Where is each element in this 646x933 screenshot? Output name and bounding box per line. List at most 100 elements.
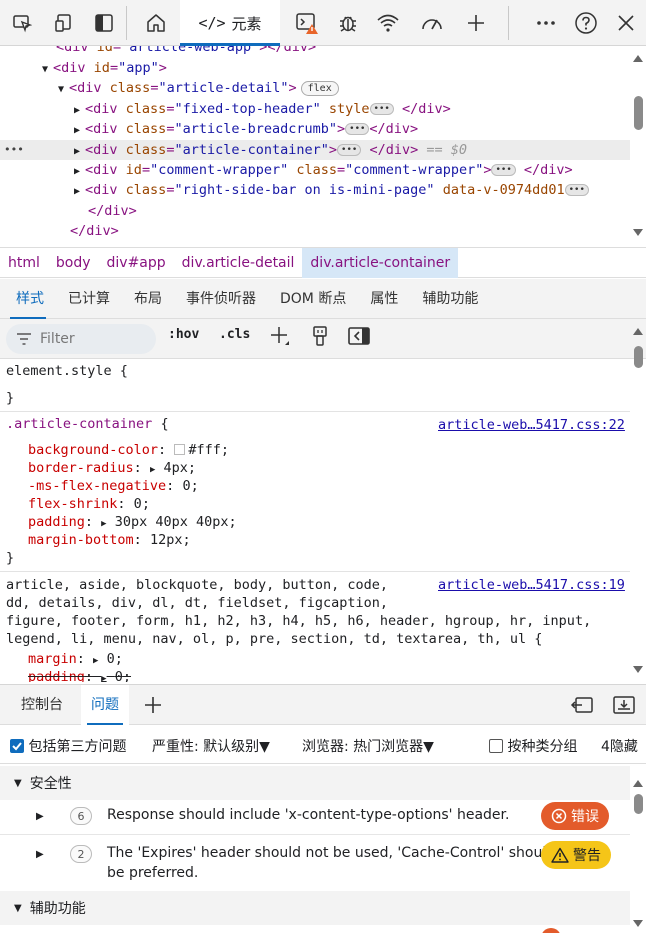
dom-node-comment-wrapper[interactable]: ▶ <div id="comment-wrapper" class="commen… bbox=[0, 160, 630, 180]
dom-token: "app" bbox=[118, 60, 159, 76]
bug-icon[interactable] bbox=[334, 0, 362, 46]
css-declaration[interactable]: margin-bottom: 12px; bbox=[28, 531, 191, 549]
browser-select[interactable]: 浏览器: 热门浏览器▼ bbox=[302, 736, 434, 756]
tab-console[interactable]: 控制台 bbox=[11, 685, 73, 725]
severity-select[interactable]: 严重性: 默认级别▼ bbox=[152, 736, 270, 756]
source-link[interactable]: article-web…5417.css:22 bbox=[438, 416, 625, 434]
css-declaration-overridden[interactable]: padding: ▶ 0; bbox=[28, 668, 131, 682]
warning-badge: 警告 bbox=[541, 841, 611, 869]
expand-triangle-icon[interactable]: ▶ bbox=[36, 811, 44, 822]
badge-label: 错误 bbox=[571, 809, 599, 825]
tab-issues[interactable]: 问题 bbox=[81, 685, 129, 725]
dom-token: div bbox=[283, 46, 309, 55]
dom-node-article-breadcrumb[interactable]: ▶ <div class="article-breadcrumb"> ••• </di… bbox=[0, 119, 630, 139]
dom-token: </div> bbox=[70, 223, 119, 239]
expand-triangle-icon[interactable]: ▶ bbox=[101, 674, 106, 682]
crumb-html[interactable]: html bbox=[0, 248, 48, 278]
filter-placeholder: Filter bbox=[40, 331, 75, 347]
device-emulation-icon[interactable] bbox=[50, 0, 78, 46]
dom-scrollbar[interactable] bbox=[630, 46, 646, 246]
dom-close-tag: </div> bbox=[0, 201, 630, 221]
rule-selector-line[interactable]: figure, footer, form, h1, h2, h3, h4, h5… bbox=[6, 612, 591, 630]
toggle-sidebar-icon[interactable] bbox=[347, 316, 371, 356]
styles-scrollbar[interactable] bbox=[630, 320, 646, 682]
tab-styles[interactable]: 样式 bbox=[0, 279, 56, 319]
ellipsis-badge[interactable]: ••• bbox=[345, 123, 370, 135]
tab-elements[interactable]: </> 元素 bbox=[180, 0, 280, 46]
help-icon[interactable] bbox=[572, 0, 600, 46]
tab-layout[interactable]: 布局 bbox=[122, 279, 174, 319]
dom-node-article-detail[interactable]: ▼ <div class="article-detail"> flex bbox=[0, 78, 630, 98]
rule-selector-line[interactable]: article, aside, blockquote, body, button… bbox=[6, 576, 388, 594]
rule-selector[interactable]: .article-container { bbox=[6, 415, 169, 433]
crumb-body[interactable]: body bbox=[48, 248, 99, 278]
element-style-open[interactable]: element.style { bbox=[6, 362, 128, 380]
group-by-kind-checkbox[interactable]: 按种类分组 bbox=[489, 736, 577, 756]
dom-node-right-side-bar[interactable]: ▶ <div class="right-side-bar on is-mini-p… bbox=[0, 180, 630, 200]
issue-count: 6 bbox=[70, 807, 92, 825]
crumb-article-detail[interactable]: div.article-detail bbox=[174, 248, 303, 278]
new-style-rule-icon[interactable] bbox=[268, 316, 292, 356]
issue-group-security[interactable]: ▼ 安全性 bbox=[0, 766, 630, 800]
console-warning-icon[interactable] bbox=[292, 0, 322, 46]
rule-selector-line[interactable]: dd, details, div, dl, dt, fieldset, figc… bbox=[6, 594, 388, 612]
crumb-div-app[interactable]: div#app bbox=[99, 248, 174, 278]
tab-computed[interactable]: 已计算 bbox=[56, 279, 122, 319]
rule-selector-line[interactable]: legend, li, menu, nav, ol, p, pre, secti… bbox=[6, 630, 542, 648]
dock-side-icon[interactable] bbox=[90, 0, 118, 46]
hidden-count[interactable]: 4隐藏 bbox=[601, 736, 638, 756]
css-declaration[interactable]: margin: ▶ 0; bbox=[28, 650, 123, 670]
dock-drawer-icon[interactable] bbox=[568, 685, 596, 725]
expand-triangle-icon[interactable]: ▶ bbox=[93, 656, 98, 666]
tab-accessibility[interactable]: 辅助功能 bbox=[410, 279, 490, 319]
tab-event-listeners[interactable]: 事件侦听器 bbox=[174, 279, 268, 319]
welcome-home-icon[interactable] bbox=[142, 0, 170, 46]
node-actions-gutter[interactable]: ••• bbox=[4, 140, 24, 160]
issue-row[interactable]: ▶ 6 Response should include 'x-content-t… bbox=[0, 801, 630, 835]
filter-input[interactable]: Filter bbox=[6, 324, 156, 354]
css-declaration[interactable]: background-color: #fff; bbox=[28, 441, 229, 459]
css-declaration[interactable]: flex-shrink: 0; bbox=[28, 495, 150, 513]
css-declaration[interactable]: -ms-flex-negative: 0; bbox=[28, 477, 199, 495]
element-style-close: } bbox=[6, 390, 15, 406]
performance-gauge-icon[interactable] bbox=[418, 0, 446, 46]
close-icon[interactable] bbox=[612, 0, 640, 46]
dom-node-article-container[interactable]: ••• ▶ <div class="article-container"> ••• … bbox=[0, 140, 630, 161]
issue-group-accessibility[interactable]: ▼ 辅助功能 bbox=[0, 891, 630, 925]
issue-row[interactable]: ▶ 2 The 'Expires' header should not be u… bbox=[0, 841, 630, 891]
expand-triangle-icon[interactable]: ▶ bbox=[36, 849, 44, 860]
crumb-article-container[interactable]: div.article-container bbox=[302, 247, 459, 278]
ellipsis-badge[interactable]: ••• bbox=[491, 164, 516, 176]
add-drawer-tab-icon[interactable] bbox=[142, 685, 164, 725]
css-declaration[interactable]: border-radius: ▶ 4px; bbox=[28, 459, 196, 479]
inspect-element-icon[interactable] bbox=[8, 0, 36, 46]
issues-scrollbar[interactable] bbox=[630, 766, 646, 933]
minimize-drawer-icon[interactable] bbox=[610, 685, 638, 725]
source-link[interactable]: article-web…5417.css:19 bbox=[438, 576, 625, 594]
ellipsis-badge[interactable]: ••• bbox=[564, 184, 589, 196]
more-tools-plus-icon[interactable] bbox=[462, 0, 490, 46]
prop-name: padding bbox=[28, 514, 85, 530]
dom-node-app[interactable]: ▼ <div id="app"> bbox=[0, 58, 630, 78]
error-badge: 错误 bbox=[541, 802, 609, 830]
css-declaration[interactable]: padding: ▶ 30px 40px 40px; bbox=[28, 513, 237, 533]
color-swatch[interactable] bbox=[174, 444, 186, 455]
dom-node-article-web-app[interactable]: <div id="article-web-app"></div> bbox=[0, 46, 630, 57]
dom-node-fixed-top-header[interactable]: ▶ <div class="fixed-top-header" style ••• … bbox=[0, 99, 630, 119]
third-party-checkbox[interactable]: 包括第三方问题 bbox=[10, 736, 126, 756]
more-options-icon[interactable] bbox=[532, 0, 560, 46]
expand-triangle-icon[interactable]: ▶ bbox=[150, 465, 155, 475]
rule-close: } bbox=[6, 550, 15, 566]
tab-dom-breakpoints[interactable]: DOM 断点 bbox=[268, 279, 358, 319]
expand-triangle-icon[interactable]: ▶ bbox=[101, 519, 106, 529]
issues-list: ▼ 安全性 ▶ 6 Response should include 'x-con… bbox=[0, 765, 630, 933]
hov-toggle[interactable]: :hov bbox=[168, 327, 199, 342]
tab-properties[interactable]: 属性 bbox=[358, 279, 410, 319]
paint-brush-icon[interactable] bbox=[309, 316, 331, 356]
ellipsis-badge[interactable]: ••• bbox=[369, 103, 394, 115]
flex-badge[interactable]: flex bbox=[300, 80, 339, 96]
network-wifi-icon[interactable] bbox=[374, 0, 402, 46]
error-circle-icon bbox=[551, 808, 567, 824]
ellipsis-badge[interactable]: ••• bbox=[337, 144, 362, 156]
cls-toggle[interactable]: .cls bbox=[219, 327, 250, 342]
